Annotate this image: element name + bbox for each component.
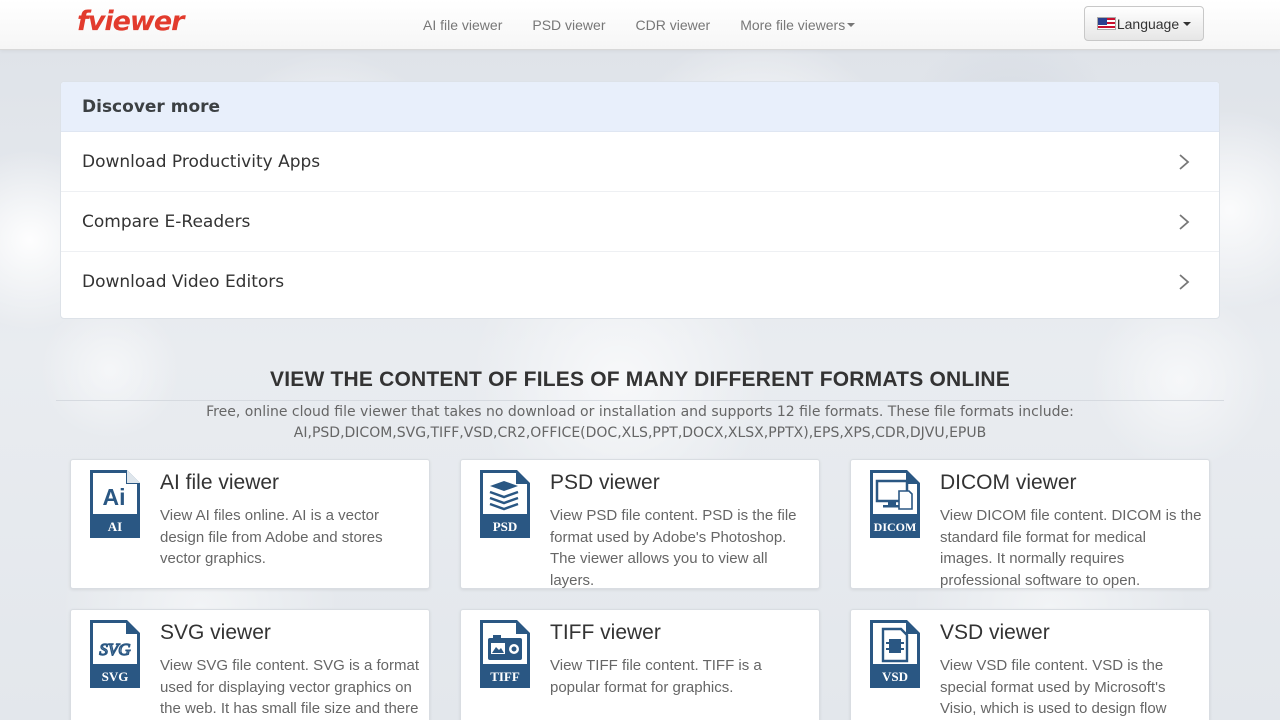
vsd-file-icon: VSD — [870, 620, 920, 688]
viewer-title[interactable]: AI file viewer — [160, 471, 279, 495]
discover-item-label: Download Video Editors — [82, 272, 285, 292]
caret-down-icon — [1183, 21, 1192, 26]
us-flag-icon — [1096, 17, 1116, 30]
divider — [56, 400, 1224, 401]
chevron-right-icon — [1179, 274, 1190, 290]
discover-more-panel: Discover more Download Productivity Apps… — [60, 81, 1220, 319]
nav-ai-file-viewer[interactable]: AI file viewer — [408, 17, 517, 33]
svg-text:TIFF: TIFF — [490, 669, 520, 684]
caret-down-icon — [847, 23, 856, 27]
svg-text:SVG: SVG — [102, 669, 129, 684]
main-nav: AI file viewer PSD viewer CDR viewer Mor… — [408, 0, 870, 50]
discover-item-video-editors[interactable]: Download Video Editors — [61, 252, 1219, 312]
intro-line-2: AI,PSD,DICOM,SVG,TIFF,VSD,CR2,OFFICE(DOC… — [293, 425, 987, 441]
nav-more-label: More file viewers — [740, 17, 846, 33]
psd-file-icon: PSD — [480, 470, 530, 538]
language-dropdown-button[interactable]: Language — [1084, 6, 1204, 41]
viewer-title[interactable]: TIFF viewer — [550, 621, 661, 645]
svg-text:SVG: SVG — [99, 640, 130, 659]
dicom-file-icon: DICOM — [870, 470, 920, 538]
intro-line-1: Free, online cloud file viewer that take… — [206, 404, 1074, 420]
nav-more-file-viewers[interactable]: More file viewers — [725, 17, 870, 33]
viewer-description: View SVG file content. SVG is a format u… — [160, 657, 419, 717]
svg-text:DICOM: DICOM — [874, 520, 917, 534]
top-navbar: fviewer AI file viewer PSD viewer CDR vi… — [0, 0, 1280, 50]
viewer-card-dicom[interactable]: DICOM DICOM viewer View DICOM file conte… — [850, 459, 1210, 589]
svg-text:AI: AI — [108, 519, 122, 534]
svg-text:Ai: Ai — [103, 484, 126, 510]
viewer-card-ai[interactable]: Ai AI AI file viewer View AI files onlin… — [70, 459, 430, 589]
viewer-description: View DICOM file content. DICOM is the st… — [940, 507, 1202, 589]
chevron-right-icon — [1179, 153, 1190, 170]
discover-item-label: Download Productivity Apps — [82, 151, 321, 172]
viewer-description: View AI files online. AI is a vector des… — [160, 507, 383, 567]
nav-psd-viewer[interactable]: PSD viewer — [517, 17, 620, 33]
viewer-card-tiff[interactable]: TIFF TIFF viewer View TIFF file content.… — [460, 609, 820, 720]
discover-more-title: Discover more — [61, 82, 1219, 132]
viewer-title[interactable]: VSD viewer — [940, 621, 1050, 645]
svg-file-icon: SVG SVG — [90, 620, 140, 688]
viewer-description: View VSD file content. VSD is the specia… — [940, 657, 1167, 717]
chevron-right-icon — [1179, 213, 1190, 230]
discover-item-label: Compare E-Readers — [82, 211, 251, 232]
ai-file-icon: Ai AI — [90, 470, 140, 538]
tiff-file-icon: TIFF — [480, 620, 530, 688]
page-headline: VIEW THE CONTENT OF FILES OF MANY DIFFER… — [270, 368, 1010, 391]
discover-item-e-readers[interactable]: Compare E-Readers — [61, 192, 1219, 252]
viewer-title[interactable]: DICOM viewer — [940, 471, 1077, 495]
viewer-card-psd[interactable]: PSD PSD viewer View PSD file content. PS… — [460, 459, 820, 589]
viewer-description: View TIFF file content. TIFF is a popula… — [550, 657, 762, 696]
viewer-description: View PSD file content. PSD is the file f… — [550, 507, 797, 589]
viewer-title[interactable]: SVG viewer — [160, 621, 271, 645]
discover-item-productivity-apps[interactable]: Download Productivity Apps — [61, 132, 1219, 192]
fviewer-logo[interactable]: fviewer — [77, 6, 184, 37]
viewer-title[interactable]: PSD viewer — [550, 471, 660, 495]
svg-text:PSD: PSD — [493, 519, 518, 534]
viewer-card-vsd[interactable]: VSD VSD viewer View VSD file content. VS… — [850, 609, 1210, 720]
language-label: Language — [1116, 15, 1180, 32]
svg-text:VSD: VSD — [882, 669, 908, 684]
intro-text: Free, online cloud file viewer that take… — [0, 402, 1280, 444]
viewer-card-svg[interactable]: SVG SVG SVG viewer View SVG file content… — [70, 609, 430, 720]
nav-cdr-viewer[interactable]: CDR viewer — [621, 17, 726, 33]
